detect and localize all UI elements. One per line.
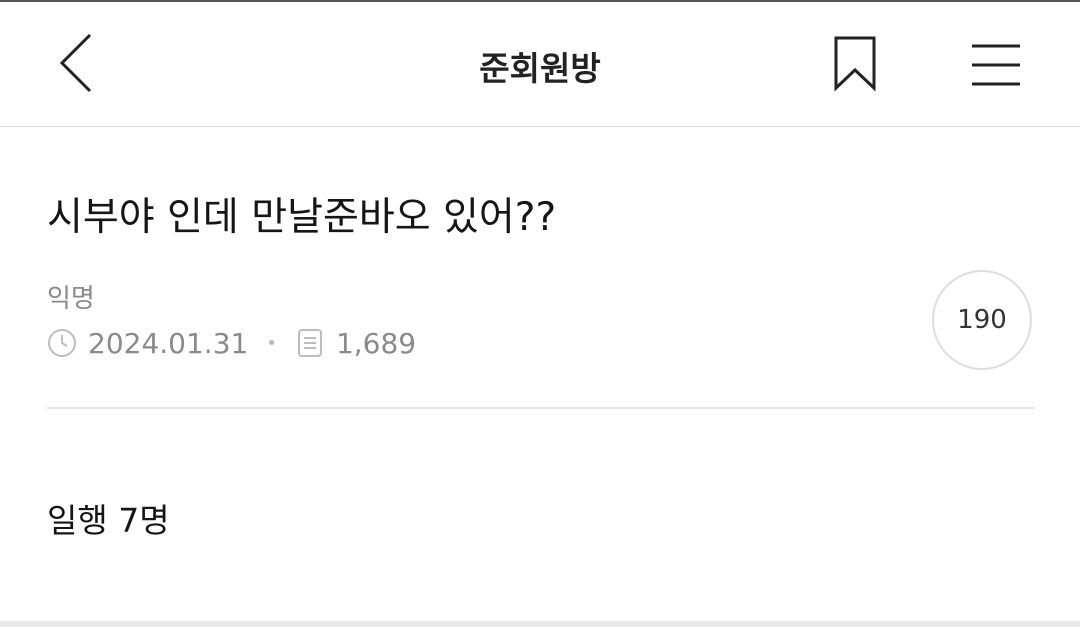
post-date: 2024.01.31 — [88, 326, 249, 360]
meta-separator: • — [266, 332, 277, 354]
post-body: 일행 7명 — [47, 501, 170, 540]
page-title: 준회원방 — [479, 49, 601, 88]
divider — [47, 407, 1035, 409]
document-icon — [295, 328, 325, 358]
clock-icon — [47, 328, 77, 358]
bookmark-button[interactable] — [826, 34, 884, 96]
comment-count: 190 — [957, 305, 1007, 335]
chevron-left-icon — [59, 33, 92, 93]
back-button[interactable] — [48, 30, 108, 96]
app-header: 준회원방 — [0, 2, 1080, 127]
post-title: 시부야 인데 만날준바오 있어?? — [47, 195, 557, 240]
menu-button[interactable] — [964, 38, 1028, 92]
bottom-separator — [0, 621, 1080, 627]
bookmark-icon — [834, 36, 876, 92]
hamburger-menu-icon — [972, 44, 1020, 86]
view-count: 1,689 — [335, 326, 417, 360]
comment-count-button[interactable]: 190 — [932, 270, 1032, 370]
author-name: 익명 — [47, 284, 95, 314]
post-meta: 2024.01.31 • 1,689 — [47, 325, 416, 361]
